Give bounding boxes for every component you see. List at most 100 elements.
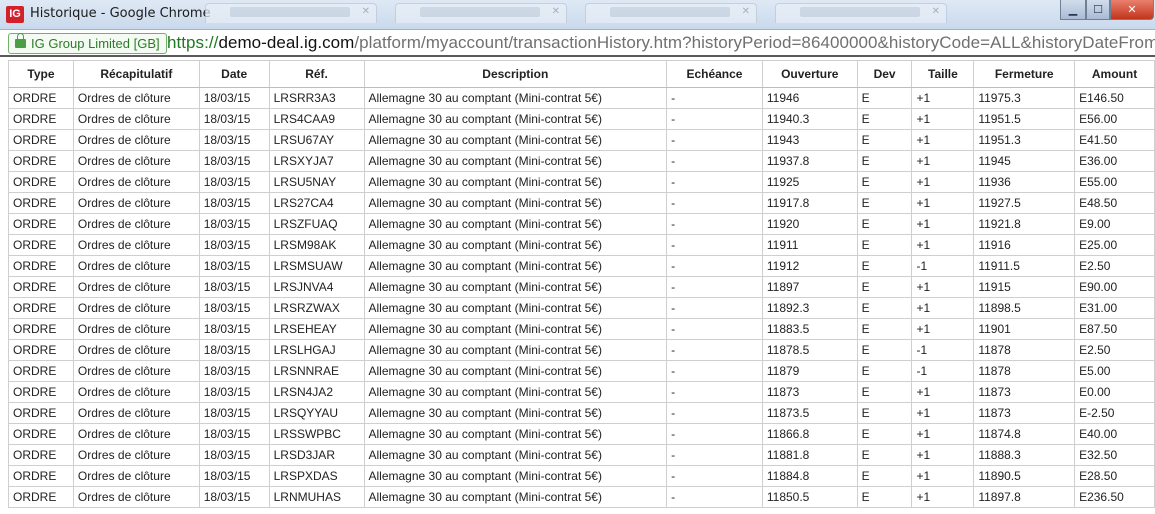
table-row[interactable]: ORDRE Ordres de clôture 18/03/15 LRSSWPBC Al… — [8, 423, 1155, 445]
table-row[interactable]: ORDRE Ordres de clôture 18/03/15 LRSM98AK Al… — [8, 234, 1155, 256]
cell-fermeture: 11911.5 — [973, 255, 1076, 277]
header-col-description[interactable]: Description — [363, 60, 668, 88]
cell-recapitulatif: Ordres de clôture — [72, 108, 200, 130]
table-row[interactable]: ORDRE Ordres de clôture 18/03/15 LRSMSUAW Al… — [8, 255, 1155, 277]
cell-ref: LRSNNRAE — [268, 360, 365, 382]
header-col-dev[interactable]: Dev — [856, 60, 913, 88]
cell-echeance: - — [666, 423, 763, 445]
cell-recapitulatif: Ordres de clôture — [72, 276, 200, 298]
cell-ref: LRSEHEAY — [268, 318, 365, 340]
header-col-ref[interactable]: Réf. — [268, 60, 365, 88]
cell-echeance: - — [666, 255, 763, 277]
cell-amount: E9.00 — [1074, 213, 1155, 235]
cell-type: ORDRE — [8, 108, 74, 130]
cell-amount: E36.00 — [1074, 150, 1155, 172]
tab-close-icon[interactable]: ✕ — [552, 6, 560, 17]
cell-dev: E — [856, 150, 913, 172]
cell-description: Allemagne 30 au comptant (Mini-contrat 5… — [363, 108, 668, 130]
cell-amount: E32.50 — [1074, 444, 1155, 466]
cell-dev: E — [856, 339, 913, 361]
cell-taille: +1 — [911, 486, 975, 508]
cell-amount: E25.00 — [1074, 234, 1155, 256]
cell-amount: E5.00 — [1074, 360, 1155, 382]
ev-certificate-badge[interactable]: IG Group Limited [GB] — [8, 33, 167, 54]
cell-description: Allemagne 30 au comptant (Mini-contrat 5… — [363, 339, 668, 361]
cell-type: ORDRE — [8, 234, 74, 256]
table-row[interactable]: ORDRE Ordres de clôture 18/03/15 LRSRR3A3 Al… — [8, 87, 1155, 109]
minimize-icon[interactable]: ▁ — [1060, 0, 1086, 20]
background-tab[interactable]: ✕ — [775, 3, 947, 23]
table-row[interactable]: ORDRE Ordres de clôture 18/03/15 LRSJNVA4 Al… — [8, 276, 1155, 298]
header-col-amount[interactable]: Amount — [1074, 60, 1155, 88]
cell-description: Allemagne 30 au comptant (Mini-contrat 5… — [363, 255, 668, 277]
header-col-fermeture[interactable]: Fermeture — [973, 60, 1076, 88]
table-row[interactable]: ORDRE Ordres de clôture 18/03/15 LRSU5NAY Al… — [8, 171, 1155, 193]
cell-echeance: - — [666, 150, 763, 172]
cell-echeance: - — [666, 444, 763, 466]
cell-recapitulatif: Ordres de clôture — [72, 360, 200, 382]
background-tab[interactable]: ✕ — [205, 3, 377, 23]
header-col-echeance[interactable]: Echéance — [666, 60, 763, 88]
cell-date: 18/03/15 — [198, 213, 270, 235]
background-tab[interactable]: ✕ — [585, 3, 757, 23]
close-icon[interactable]: ✕ — [1110, 0, 1154, 20]
cell-dev: E — [856, 486, 913, 508]
url-text[interactable]: https://demo-deal.ig.com/platform/myacco… — [167, 32, 1155, 54]
header-col-type[interactable]: Type — [8, 60, 74, 88]
cell-description: Allemagne 30 au comptant (Mini-contrat 5… — [363, 297, 668, 319]
tab-close-icon[interactable]: ✕ — [932, 6, 940, 17]
cell-taille: +1 — [911, 108, 975, 130]
table-row[interactable]: ORDRE Ordres de clôture 18/03/15 LRSZFUAQ Al… — [8, 213, 1155, 235]
cell-fermeture: 11915 — [973, 276, 1076, 298]
table-row[interactable]: ORDRE Ordres de clôture 18/03/15 LRSLHGAJ Al… — [8, 339, 1155, 361]
table-row[interactable]: ORDRE Ordres de clôture 18/03/15 LRSPXDAS Al… — [8, 465, 1155, 487]
table-row[interactable]: ORDRE Ordres de clôture 18/03/15 LRSNNRAE Al… — [8, 360, 1155, 382]
header-col-ouverture[interactable]: Ouverture — [761, 60, 858, 88]
cell-echeance: - — [666, 108, 763, 130]
table-row[interactable]: ORDRE Ordres de clôture 18/03/15 LRSXYJA7 Al… — [8, 150, 1155, 172]
cell-echeance: - — [666, 465, 763, 487]
table-row[interactable]: ORDRE Ordres de clôture 18/03/15 LRS4CAA9 Al… — [8, 108, 1155, 130]
cell-taille: +1 — [911, 465, 975, 487]
address-bar[interactable]: IG Group Limited [GB] https://demo-deal.… — [0, 30, 1155, 57]
table-row[interactable]: ORDRE Ordres de clôture 18/03/15 LRS27CA4 Al… — [8, 192, 1155, 214]
cell-description: Allemagne 30 au comptant (Mini-contrat 5… — [363, 423, 668, 445]
header-col-taille[interactable]: Taille — [911, 60, 975, 88]
cell-date: 18/03/15 — [198, 486, 270, 508]
cell-ref: LRSM98AK — [268, 234, 365, 256]
cell-ouverture: 11917.8 — [761, 192, 858, 214]
cell-amount: E41.50 — [1074, 129, 1155, 151]
cell-amount: E0.00 — [1074, 381, 1155, 403]
header-col-recapitulatif[interactable]: Récapitulatif — [72, 60, 200, 88]
table-row[interactable]: ORDRE Ordres de clôture 18/03/15 LRSRZWAX Al… — [8, 297, 1155, 319]
cell-dev: E — [856, 465, 913, 487]
maximize-icon[interactable]: ☐ — [1086, 0, 1110, 20]
cell-dev: E — [856, 129, 913, 151]
cell-echeance: - — [666, 276, 763, 298]
cell-ref: LRSSWPBC — [268, 423, 365, 445]
cell-amount: E56.00 — [1074, 108, 1155, 130]
table-header-row: Type Récapitulatif Date Réf. Description Eché… — [8, 60, 1155, 88]
table-row[interactable]: ORDRE Ordres de clôture 18/03/15 LRSD3JAR Al… — [8, 444, 1155, 466]
cell-recapitulatif: Ordres de clôture — [72, 444, 200, 466]
background-tab[interactable]: ✕ — [395, 3, 567, 23]
cell-ouverture: 11892.3 — [761, 297, 858, 319]
cell-date: 18/03/15 — [198, 87, 270, 109]
tab-close-icon[interactable]: ✕ — [362, 6, 370, 17]
cell-fermeture: 11874.8 — [973, 423, 1076, 445]
table-row[interactable]: ORDRE Ordres de clôture 18/03/15 LRSQYYAU Al… — [8, 402, 1155, 424]
table-row[interactable]: ORDRE Ordres de clôture 18/03/15 LRSEHEAY Al… — [8, 318, 1155, 340]
table-row[interactable]: ORDRE Ordres de clôture 18/03/15 LRSU67AY Al… — [8, 129, 1155, 151]
cell-amount: E28.50 — [1074, 465, 1155, 487]
cell-description: Allemagne 30 au comptant (Mini-contrat 5… — [363, 402, 668, 424]
cell-ref: LRSU5NAY — [268, 171, 365, 193]
tab-close-icon[interactable]: ✕ — [742, 6, 750, 17]
cell-description: Allemagne 30 au comptant (Mini-contrat 5… — [363, 318, 668, 340]
cell-ref: LRSRZWAX — [268, 297, 365, 319]
cell-fermeture: 11878 — [973, 360, 1076, 382]
header-col-date[interactable]: Date — [198, 60, 270, 88]
cell-amount: E40.00 — [1074, 423, 1155, 445]
cell-dev: E — [856, 108, 913, 130]
table-row[interactable]: ORDRE Ordres de clôture 18/03/15 LRNMUHAS Al… — [8, 486, 1155, 508]
table-row[interactable]: ORDRE Ordres de clôture 18/03/15 LRSN4JA2 Al… — [8, 381, 1155, 403]
